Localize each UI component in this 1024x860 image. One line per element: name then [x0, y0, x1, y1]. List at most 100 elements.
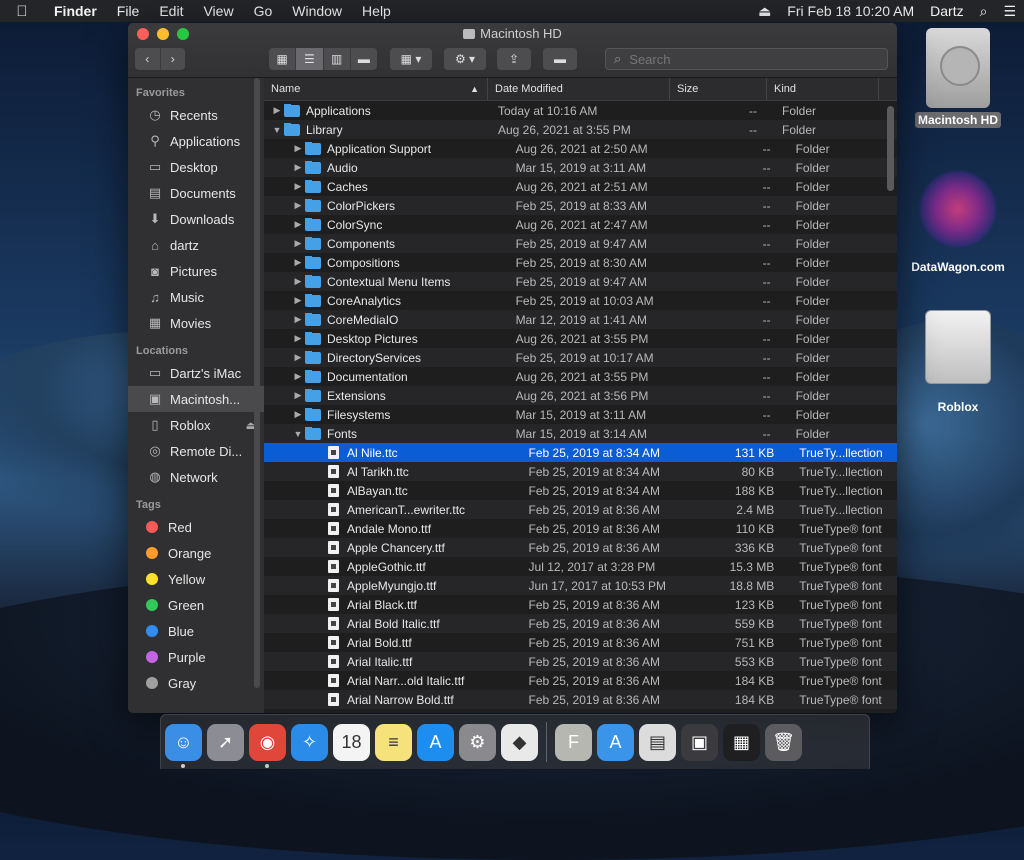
back-button[interactable]: ‹: [135, 48, 161, 70]
sidebar-tag-red[interactable]: Red: [128, 514, 264, 540]
list-row[interactable]: ▶ Compositions Feb 25, 2019 at 8:30 AM -- Fo…: [264, 253, 897, 272]
sidebar-item-downloads[interactable]: ⬇ Downloads: [128, 206, 264, 232]
disclosure-collapsed-icon[interactable]: ▶: [291, 409, 305, 420]
screenshot-icon[interactable]: ▣: [681, 723, 718, 761]
list-row[interactable]: ▶ ColorSync Aug 26, 2021 at 2:47 AM -- Folde…: [264, 215, 897, 234]
desktop-icon-roblox[interactable]: Roblox: [918, 310, 998, 414]
list-row[interactable]: ▶ Documentation Aug 26, 2021 at 3:55 PM -- F…: [264, 367, 897, 386]
user-menu[interactable]: Dartz: [922, 3, 971, 19]
disclosure-collapsed-icon[interactable]: ▶: [291, 276, 305, 287]
disclosure-collapsed-icon[interactable]: ▶: [291, 352, 305, 363]
menu-window[interactable]: Window: [282, 3, 352, 19]
list-row[interactable]: ▶ Components Feb 25, 2019 at 9:47 AM -- Fold…: [264, 234, 897, 253]
document-stack-icon[interactable]: ▤: [639, 723, 676, 761]
clock[interactable]: Fri Feb 18 10:20 AM: [779, 3, 922, 19]
sidebar-item-desktop[interactable]: ▭ Desktop: [128, 154, 264, 180]
gallery-view-button[interactable]: ▬: [351, 48, 377, 70]
menu-finder[interactable]: Finder: [44, 3, 107, 19]
list-row[interactable]: ▶ CoreAnalytics Feb 25, 2019 at 10:03 AM --…: [264, 291, 897, 310]
title-bar[interactable]: Macintosh HD ‹ › ▦ ☰ ▥ ▬ ▦ ▾ ⚙ ▾ ⇪ ▬ ⌕: [128, 23, 897, 78]
list-row[interactable]: Arial Black.ttf Feb 25, 2019 at 8:36 AM 12…: [264, 595, 897, 614]
sidebar-tag-yellow[interactable]: Yellow: [128, 566, 264, 592]
list-row[interactable]: ▶ Audio Mar 15, 2019 at 3:11 AM -- Folder: [264, 158, 897, 177]
disclosure-collapsed-icon[interactable]: ▶: [291, 181, 305, 192]
sidebar-tag-orange[interactable]: Orange: [128, 540, 264, 566]
system-preferences-icon[interactable]: ⚙: [459, 723, 496, 761]
sidebar-item-macintosh-hd[interactable]: ▣ Macintosh...: [128, 386, 264, 412]
list-row[interactable]: AlBayan.ttc Feb 25, 2019 at 8:34 AM 188 KB…: [264, 481, 897, 500]
disclosure-collapsed-icon[interactable]: ▶: [291, 390, 305, 401]
list-row[interactable]: Apple Chancery.ttf Feb 25, 2019 at 8:36 A…: [264, 538, 897, 557]
list-row[interactable]: Arial Narrow Bold.ttf Feb 25, 2019 at 8:3…: [264, 690, 897, 709]
notes-icon[interactable]: ≡: [375, 723, 412, 761]
sidebar-tag-gray[interactable]: Gray: [128, 670, 264, 696]
desktop-icon-macintosh-hd[interactable]: Macintosh HD: [909, 28, 1007, 128]
disclosure-collapsed-icon[interactable]: ▶: [291, 371, 305, 382]
list-row[interactable]: ▶ Filesystems Mar 15, 2019 at 3:11 AM -- Fol…: [264, 405, 897, 424]
disclosure-collapsed-icon[interactable]: ▶: [270, 105, 284, 116]
apple-menu-icon[interactable]: : [0, 3, 44, 20]
group-by-button[interactable]: ▦ ▾: [390, 48, 432, 70]
action-menu-button[interactable]: ⚙ ▾: [444, 48, 486, 70]
launchpad-icon[interactable]: ➚: [207, 723, 244, 761]
disclosure-collapsed-icon[interactable]: ▶: [291, 238, 305, 249]
spotlight-icon[interactable]: ⌕: [972, 3, 996, 20]
list-scrollbar[interactable]: [887, 106, 894, 191]
sidebar-item-movies[interactable]: ▦ Movies: [128, 310, 264, 336]
icon-view-button[interactable]: ▦: [269, 48, 297, 70]
search-field[interactable]: ⌕: [605, 48, 888, 70]
menu-go[interactable]: Go: [244, 3, 283, 19]
sidebar-item-home[interactable]: ⌂ dartz: [128, 232, 264, 258]
disclosure-collapsed-icon[interactable]: ▶: [291, 143, 305, 154]
eject-menu-icon[interactable]: ⏏: [750, 3, 779, 20]
sidebar-item-remote-disc[interactable]: ◎ Remote Di...: [128, 438, 264, 464]
app-store-icon[interactable]: A: [417, 723, 454, 761]
search-input[interactable]: [627, 50, 872, 68]
list-row[interactable]: AppleMyungjo.ttf Jun 17, 2017 at 10:53 PM…: [264, 576, 897, 595]
disclosure-collapsed-icon[interactable]: ▶: [291, 295, 305, 306]
disclosure-collapsed-icon[interactable]: ▶: [291, 162, 305, 173]
list-row[interactable]: ▶ CoreMediaIO Mar 12, 2019 at 1:41 AM -- Fol…: [264, 310, 897, 329]
sidebar-item-roblox[interactable]: ▯ Roblox ⏏: [128, 412, 264, 438]
sidebar-item-pictures[interactable]: ◙ Pictures: [128, 258, 264, 284]
sidebar-tag-purple[interactable]: Purple: [128, 644, 264, 670]
menu-edit[interactable]: Edit: [149, 3, 193, 19]
list-row[interactable]: ▶ Caches Aug 26, 2021 at 2:51 AM -- Folder: [264, 177, 897, 196]
list-row[interactable]: Al Tarikh.ttc Feb 25, 2019 at 8:34 AM 80 K…: [264, 462, 897, 481]
list-row[interactable]: Andale Mono.ttf Feb 25, 2019 at 8:36 AM 11…: [264, 519, 897, 538]
finder-icon[interactable]: ☺: [165, 723, 202, 768]
list-row[interactable]: AppleGothic.ttf Jul 12, 2017 at 3:28 PM 15…: [264, 557, 897, 576]
sidebar-scrollbar[interactable]: [254, 78, 260, 688]
safari-icon[interactable]: ✧: [291, 723, 328, 761]
list-row[interactable]: ▶ Application Support Aug 26, 2021 at 2:50…: [264, 139, 897, 158]
list-row[interactable]: ▼ Fonts Mar 15, 2019 at 3:14 AM -- Folder: [264, 424, 897, 443]
disclosure-collapsed-icon[interactable]: ▶: [291, 257, 305, 268]
chrome-icon[interactable]: ◉: [249, 723, 286, 768]
menu-view[interactable]: View: [193, 3, 243, 19]
list-row[interactable]: AmericanT...ewriter.ttc Feb 25, 2019 at 8…: [264, 500, 897, 519]
downloads-stack-icon[interactable]: ▦: [723, 723, 760, 761]
column-header-date-modified[interactable]: Date Modified: [488, 78, 670, 100]
notification-center-icon[interactable]: ☰: [995, 3, 1024, 20]
trash-icon[interactable]: 🗑: [765, 723, 802, 761]
applications-folder-icon[interactable]: A: [597, 723, 634, 761]
list-row[interactable]: ▶ Contextual Menu Items Feb 25, 2019 at 9:…: [264, 272, 897, 291]
list-row[interactable]: Al Nile.ttc Feb 25, 2019 at 8:34 AM 131 KB…: [264, 443, 897, 462]
menu-file[interactable]: File: [107, 3, 150, 19]
column-header-kind[interactable]: Kind: [767, 78, 879, 100]
sidebar-item-documents[interactable]: ▤ Documents: [128, 180, 264, 206]
list-row[interactable]: Arial Narr...old Italic.ttf Feb 25, 2019 …: [264, 671, 897, 690]
sidebar-item-network[interactable]: ◍ Network: [128, 464, 264, 490]
roblox-icon[interactable]: ◆: [501, 723, 538, 761]
forward-button[interactable]: ›: [161, 48, 186, 70]
list-row[interactable]: ▼ Library Aug 26, 2021 at 3:55 PM -- Folder: [264, 120, 897, 139]
list-row[interactable]: ▶ Extensions Aug 26, 2021 at 3:56 PM -- Fold…: [264, 386, 897, 405]
sidebar-item-recents[interactable]: ◷ Recents: [128, 102, 264, 128]
tag-button[interactable]: ▬: [543, 48, 577, 70]
list-row[interactable]: ▶ Desktop Pictures Aug 26, 2021 at 3:55 PM…: [264, 329, 897, 348]
disclosure-expanded-icon[interactable]: ▼: [291, 429, 305, 439]
desktop-icon-datawagon[interactable]: DataWagon.com: [905, 170, 1011, 274]
list-row[interactable]: Arial Italic.ttf Feb 25, 2019 at 8:36 AM 5…: [264, 652, 897, 671]
column-view-button[interactable]: ▥: [324, 48, 351, 70]
sidebar-tag-green[interactable]: Green: [128, 592, 264, 618]
